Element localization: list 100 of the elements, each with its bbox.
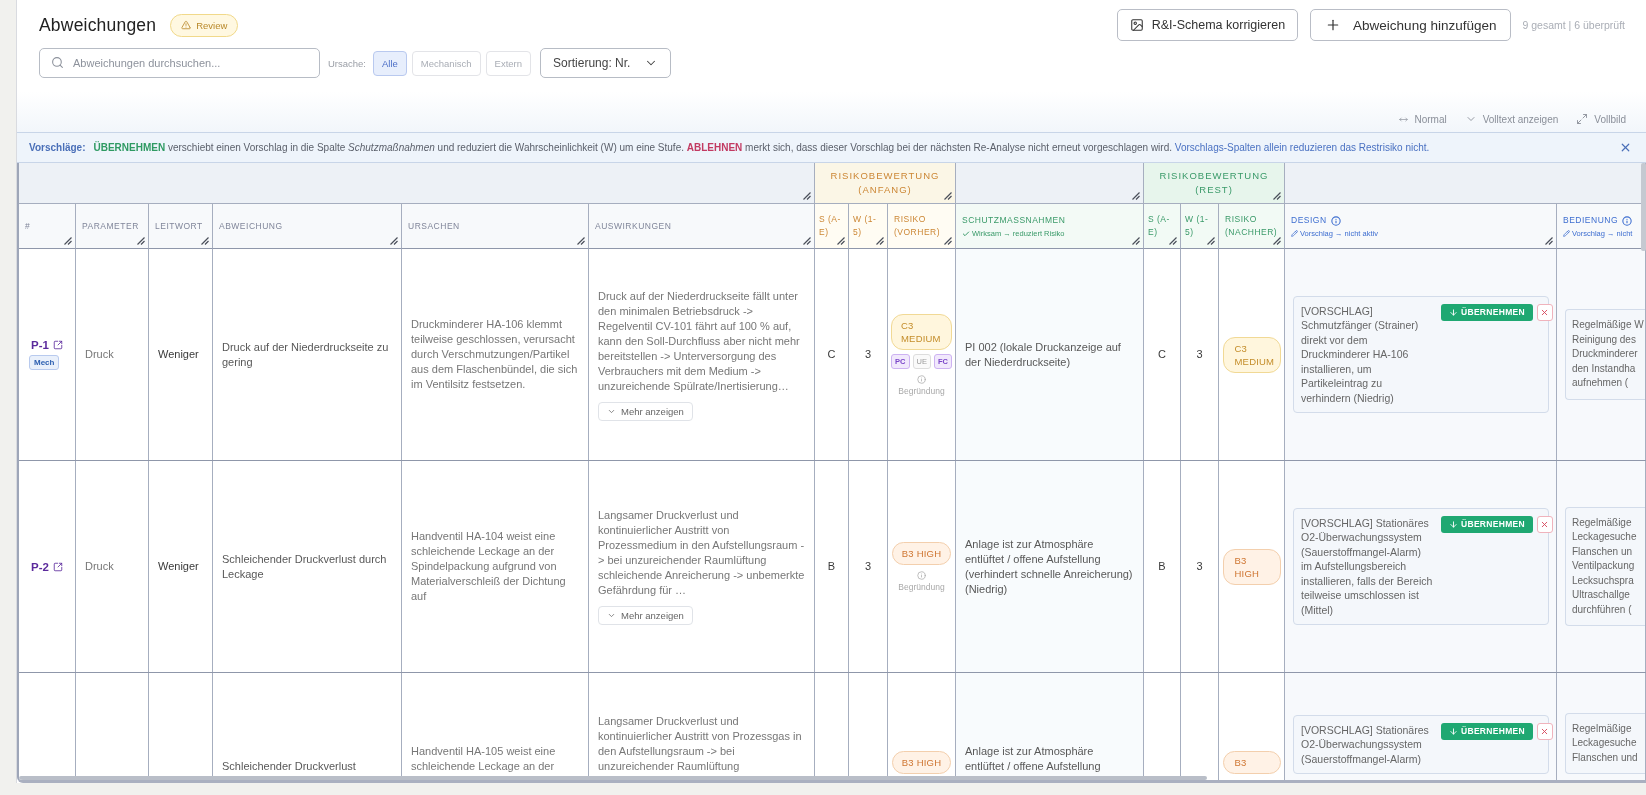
resize-handle-icon[interactable] bbox=[577, 237, 585, 245]
add-button[interactable]: Abweichung hinzufügen bbox=[1310, 9, 1512, 41]
arrow-down-icon bbox=[1449, 726, 1458, 736]
resize-handle-icon[interactable] bbox=[64, 237, 72, 245]
resize-handle-icon[interactable] bbox=[944, 192, 952, 200]
column-label: S (A-E) bbox=[819, 213, 842, 239]
summary-text: 9 gesamt | 6 überprüft bbox=[1522, 19, 1625, 31]
cell-text: Langsamer Druckverlust und kontinuierlicher Austritt von Prozessmedium in den Aufstellungsraum -> bei unzureichender Raumlüftung schleichende Anreicherung -> unbemerkte Gefährdung für … bbox=[598, 508, 805, 598]
reject-button[interactable] bbox=[1536, 722, 1553, 740]
x-icon bbox=[1540, 307, 1550, 317]
risk-badge: B3 HIGH bbox=[891, 751, 952, 774]
cell-text: 3 bbox=[863, 347, 873, 362]
column-label: SCHUTZMASSNAHMEN bbox=[962, 214, 1066, 227]
cell-text: Druckminderer HA-106 klemmt teilweise geschlossen, verursacht durch Verschmutzungen/Partikel aus dem Flaschenbündel, die sich im Ventilsitz festsetzen. bbox=[411, 317, 579, 392]
banner-label: Vorschläge: bbox=[29, 142, 86, 153]
resize-handle-icon[interactable] bbox=[390, 237, 398, 245]
cell-text: Druck bbox=[85, 559, 115, 574]
deviation-link[interactable]: P-2 bbox=[31, 560, 63, 573]
risk-badge: C3 MEDIUM bbox=[891, 313, 952, 350]
schema-button[interactable]: R&I-Schema korrigieren bbox=[1116, 9, 1299, 41]
resize-handle-icon[interactable] bbox=[1273, 237, 1281, 245]
suggestion-text: [VORSCHLAG] Stationäres O2-Überwachungssystem (Sauerstoffmangel-Alarm) im Aufstellungsbereich installieren, falls der Bereich teilweise umschlossen ist (Mittel) bbox=[1301, 515, 1433, 618]
external-link-icon bbox=[52, 561, 63, 572]
accept-button[interactable]: ÜBERNEHMEN bbox=[1441, 722, 1533, 740]
external-link-icon bbox=[52, 340, 63, 350]
check-icon bbox=[962, 229, 970, 238]
resize-handle-icon[interactable] bbox=[1545, 237, 1553, 245]
column-label: RISIKO (VORHER) bbox=[894, 213, 942, 239]
info-icon[interactable] bbox=[1330, 215, 1341, 226]
resize-handle-icon[interactable] bbox=[803, 192, 811, 200]
show-more-button[interactable]: Mehr anzeigen bbox=[598, 401, 693, 421]
fullscreen-button[interactable]: Vollbild bbox=[1576, 113, 1626, 125]
cell-text: Handventil HA-105 weist eine schleichende Leckage an der bbox=[411, 744, 557, 774]
column-label: # bbox=[25, 219, 31, 233]
accept-button[interactable]: ÜBERNEHMEN bbox=[1441, 303, 1533, 321]
horizontal-scrollbar[interactable] bbox=[19, 776, 1207, 780]
accept-button[interactable]: ÜBERNEHMEN bbox=[1441, 515, 1533, 533]
filter-chip[interactable]: Mechanisch bbox=[411, 50, 481, 76]
close-icon bbox=[1619, 141, 1632, 154]
resize-handle-icon[interactable] bbox=[201, 237, 209, 245]
resize-handle-icon[interactable] bbox=[137, 237, 145, 245]
info-icon bbox=[917, 570, 926, 580]
cell-text: Druck auf der Niederdruckseite fällt unter den minimalen Betriebsdruck -> Regelventil CV-101 fährt auf 100 % auf, kann den Soll-Durchfluss aber nicht mehr bereitstellen -> Unterversorgung des Verbrauchers mit dem Medium -> unzureichende Spülrate/Inertisierung… bbox=[598, 288, 801, 394]
arrow-down-icon bbox=[1449, 519, 1458, 529]
cell-text: B bbox=[826, 559, 837, 574]
suggestion-text: Regelmäßige Leckagesuche Flanschen und bbox=[1572, 721, 1639, 765]
arrow-down-icon bbox=[1449, 307, 1458, 317]
sort-select[interactable]: Sortierung: Nr. bbox=[540, 48, 672, 78]
page-title: Abweichungen bbox=[39, 14, 157, 36]
reject-button[interactable] bbox=[1536, 303, 1553, 321]
vertical-scrollbar[interactable] bbox=[1641, 163, 1646, 251]
resize-handle-icon[interactable] bbox=[876, 237, 884, 245]
suggestion-text: Regelmäßige Leckagesuche Flanschen un Ventilpackung Lecksuchspra Ultraschallge durchführen ( bbox=[1572, 515, 1638, 617]
show-more-button[interactable]: Mehr anzeigen bbox=[598, 606, 693, 625]
info-icon[interactable] bbox=[1622, 215, 1633, 226]
column-label: S (A-E) bbox=[1148, 213, 1171, 239]
group-title: RISIKOBEWERTUNG (ANFANG) bbox=[829, 169, 941, 197]
pencil-icon bbox=[1291, 230, 1298, 237]
resize-handle-icon[interactable] bbox=[1169, 237, 1177, 245]
cell-text: Weniger bbox=[158, 347, 200, 362]
cell-text: Anlage ist zur Atmosphäre entlüftet / offene Aufstellung (verhindert schnelle Anreicherung) (Niedrig) bbox=[965, 536, 1134, 597]
warning-icon bbox=[181, 20, 192, 30]
resize-handle-icon[interactable] bbox=[1132, 237, 1140, 245]
reason-button[interactable]: Begründung bbox=[898, 570, 945, 592]
chevron-down-icon bbox=[607, 611, 616, 620]
resize-handle-icon[interactable] bbox=[837, 237, 845, 245]
info-icon bbox=[917, 374, 926, 384]
column-label: PARAMETER bbox=[82, 219, 139, 233]
cell-text: C bbox=[1157, 347, 1167, 362]
cell-text: 3 bbox=[1195, 559, 1204, 574]
reason-button[interactable]: Begründung bbox=[898, 374, 945, 396]
image-icon bbox=[1129, 18, 1144, 32]
deviation-link[interactable]: P-1 bbox=[31, 339, 63, 351]
resize-handle-icon[interactable] bbox=[803, 237, 811, 245]
badge-label: Review bbox=[196, 19, 228, 31]
fulltext-toggle[interactable]: Volltext anzeigen bbox=[1464, 113, 1559, 125]
cell-text: 3 bbox=[863, 559, 873, 574]
suggestion-text: Regelmäßige W Reinigung des Druckminderer den Instandha aufnehmen ( bbox=[1572, 318, 1645, 391]
group-title: RISIKOBEWERTUNG (REST) bbox=[1158, 169, 1270, 197]
x-icon bbox=[1540, 519, 1550, 529]
filter-chip[interactable]: Alle bbox=[373, 50, 407, 76]
close-button[interactable] bbox=[1619, 141, 1632, 154]
resize-handle-icon[interactable] bbox=[1207, 237, 1215, 245]
search-field[interactable]: Abweichungen durchsuchen... bbox=[39, 48, 320, 78]
cell-text: C bbox=[826, 347, 837, 362]
resize-handle-icon[interactable] bbox=[1273, 192, 1281, 200]
resize-handle-icon[interactable] bbox=[1132, 192, 1140, 200]
cell-text: Handventil HA-104 weist eine schleichende Leckage an der Spindelpackung aufgrund von Materialverschleiß der Dichtung auf bbox=[411, 529, 567, 604]
expand-icon bbox=[1576, 113, 1589, 125]
search-icon bbox=[51, 56, 64, 69]
cell-text: Schleichender Druckverlust bbox=[222, 759, 357, 774]
resize-handle-icon[interactable] bbox=[944, 237, 952, 245]
cell-text: B bbox=[1157, 559, 1167, 574]
column-label: DESIGN bbox=[1291, 214, 1327, 227]
suggestion-text: [VORSCHLAG] Stationäres O2-Überwachungssystem (Sauerstoffmangel-Alarm) bbox=[1301, 722, 1430, 766]
filter-chip[interactable]: Extern bbox=[485, 50, 532, 76]
reject-button[interactable] bbox=[1536, 515, 1553, 533]
density-button[interactable]: Normal bbox=[1399, 114, 1447, 125]
cell-text: Druck bbox=[85, 347, 115, 362]
cell-text: Druck auf der Niederdruckseite zu gering bbox=[222, 339, 390, 370]
